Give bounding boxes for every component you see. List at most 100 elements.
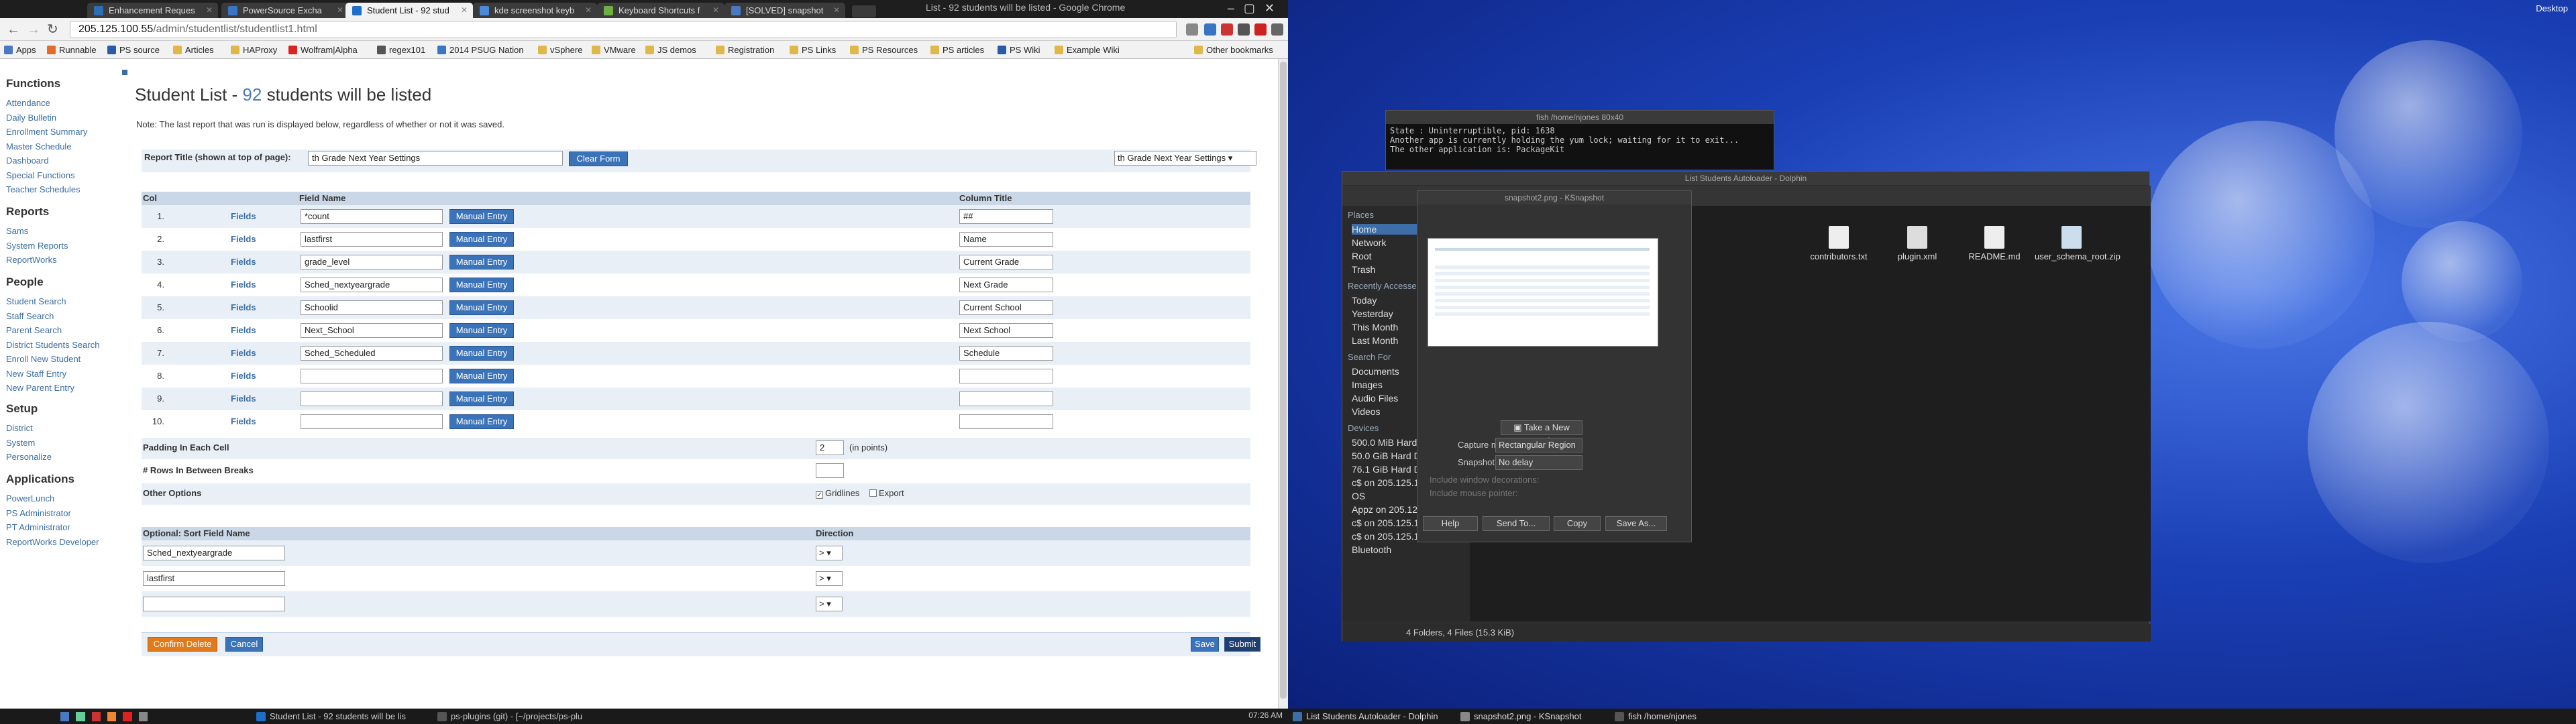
close-icon[interactable]: ✕ [461, 3, 468, 18]
manual-entry-button[interactable]: Manual Entry [449, 255, 514, 269]
taskbar-task[interactable]: snapshot2.png - KSnapshot [1459, 711, 1600, 723]
nav-link[interactable]: Staff Search [6, 311, 54, 321]
column-title-input[interactable]: Next Grade [959, 278, 1053, 292]
search-item[interactable]: Videos [1352, 406, 1381, 417]
export-option[interactable]: Export [869, 488, 904, 498]
bookmark-item[interactable]: Apps [3, 41, 36, 59]
delay-spinbox[interactable]: No delay [1495, 455, 1582, 470]
sort-field-input[interactable]: lastfirst [143, 571, 285, 586]
field-name-input[interactable] [301, 391, 443, 406]
menu-icon[interactable] [1271, 23, 1283, 36]
bookmark-item[interactable]: Wolfram|Alpha [287, 41, 358, 59]
manual-entry-button[interactable]: Manual Entry [449, 323, 514, 338]
nav-link[interactable]: Teacher Schedules [6, 184, 80, 194]
rows-between-input[interactable] [816, 463, 844, 478]
bookmark-item[interactable]: HAProxy [229, 41, 277, 59]
bookmark-item[interactable]: PS Links [788, 41, 836, 59]
bookmark-item[interactable]: PS Resources [849, 41, 918, 59]
device-item[interactable]: OS [1352, 491, 1365, 501]
padding-input[interactable]: 2 [816, 440, 844, 455]
field-name-input[interactable]: Sched_Scheduled [301, 346, 443, 361]
fields-link[interactable]: Fields [231, 211, 256, 221]
nav-link[interactable]: PowerLunch [6, 493, 54, 503]
bookmark-item[interactable]: VMware [590, 41, 636, 59]
saved-settings-select[interactable]: th Grade Next Year Settings ▾ [1114, 151, 1256, 166]
column-title-input[interactable] [959, 369, 1053, 383]
tab-student-list[interactable]: Student List - 92 stud ✕ [345, 3, 473, 18]
direction-select[interactable]: > ▾ [816, 546, 843, 560]
bookmark-item[interactable]: PS Wiki [996, 41, 1040, 59]
taskbar-task[interactable]: ps-plugins (git) - [~/projects/ps-plu [436, 711, 610, 723]
nav-link[interactable]: Enrollment Summary [6, 127, 87, 137]
manual-entry-button[interactable]: Manual Entry [449, 209, 514, 224]
extension-icon[interactable] [1204, 23, 1216, 36]
manual-entry-button[interactable]: Manual Entry [449, 414, 514, 429]
nav-link[interactable]: ReportWorks [6, 255, 57, 265]
field-name-input[interactable] [301, 414, 443, 429]
nav-link[interactable]: Attendance [6, 98, 50, 108]
field-name-input[interactable]: *count [301, 209, 443, 224]
send-to-button[interactable]: Send To... [1483, 516, 1550, 531]
other-bookmarks[interactable]: Other bookmarks [1193, 41, 1273, 59]
manual-entry-button[interactable]: Manual Entry [449, 232, 514, 247]
column-title-input[interactable]: Current School [959, 300, 1053, 315]
fields-link[interactable]: Fields [231, 302, 256, 312]
collapse-icon[interactable] [122, 70, 127, 75]
close-icon[interactable]: ✕ [585, 3, 592, 18]
search-item[interactable]: Documents [1352, 366, 1399, 377]
taskbar-task[interactable]: fish /home/njones [1613, 711, 1734, 723]
page-scrollbar[interactable] [1278, 59, 1288, 709]
export-checkbox[interactable] [869, 489, 877, 497]
nav-link[interactable]: Parent Search [6, 325, 62, 335]
nav-link[interactable]: System [6, 438, 35, 448]
fields-link[interactable]: Fields [231, 416, 256, 426]
save-button[interactable]: Save [1191, 637, 1219, 652]
clear-form-button[interactable]: Clear Form [569, 152, 628, 166]
field-name-input[interactable]: Next_School [301, 323, 443, 338]
extension-icon[interactable] [1254, 23, 1267, 36]
nav-link[interactable]: Personalize [6, 452, 52, 462]
nav-link[interactable]: Master Schedule [6, 141, 72, 152]
nav-link[interactable]: District [6, 423, 33, 433]
field-name-input[interactable]: Sched_nextyeargrade [301, 278, 443, 292]
bookmark-item[interactable]: Articles [172, 41, 214, 59]
bookmark-item[interactable]: PS source [106, 41, 160, 59]
column-title-input[interactable]: Schedule [959, 346, 1053, 361]
device-item[interactable]: Bluetooth [1352, 544, 1391, 555]
app-icon[interactable] [107, 712, 117, 721]
capture-mode-select[interactable]: Rectangular Region [1495, 438, 1582, 452]
tab-solved-snapshot[interactable]: [SOLVED] snapshot ✕ [724, 3, 845, 18]
bookmark-item[interactable]: regex101 [376, 41, 425, 59]
field-name-input[interactable] [301, 369, 443, 383]
bookmark-item[interactable]: Registration [714, 41, 774, 59]
scrollbar-thumb[interactable] [1280, 62, 1287, 699]
fields-link[interactable]: Fields [231, 394, 256, 404]
app-icon[interactable] [91, 712, 101, 721]
address-bar[interactable]: 205.125.100.55/admin/studentlist/student… [70, 21, 1177, 38]
sort-field-input[interactable]: Sched_nextyeargrade [143, 546, 285, 560]
nav-link[interactable]: System Reports [6, 241, 68, 251]
nav-link[interactable]: PS Administrator [6, 508, 71, 518]
close-icon[interactable]: ✕ [206, 3, 213, 18]
save-as-button[interactable]: Save As... [1605, 516, 1667, 531]
tab-enhancement[interactable]: Enhancement Reques ✕ [87, 3, 218, 18]
bookmark-item[interactable]: 2014 PSUG Nation [436, 41, 524, 59]
tab-kde-screenshot[interactable]: kde screenshot keyb ✕ [473, 3, 597, 18]
snapshot-preview[interactable] [1428, 238, 1658, 347]
place-item[interactable]: Network [1352, 237, 1386, 248]
recent-item[interactable]: Yesterday [1352, 308, 1393, 319]
recent-item[interactable]: Today [1352, 295, 1377, 306]
column-title-input[interactable]: Next School [959, 323, 1053, 338]
app-icon[interactable] [123, 712, 132, 721]
app-icon[interactable] [60, 712, 70, 721]
star-icon[interactable] [1186, 23, 1198, 36]
sort-field-input[interactable] [143, 597, 285, 611]
tab-powersource[interactable]: PowerSource Excha ✕ [221, 3, 349, 18]
nav-link[interactable]: Daily Bulletin [6, 113, 56, 123]
manual-entry-button[interactable]: Manual Entry [449, 369, 514, 383]
taskbar-task[interactable]: Student List - 92 students will be lis [255, 711, 423, 723]
fields-link[interactable]: Fields [231, 371, 256, 381]
take-snapshot-button[interactable]: ▣ Take a New Snapshot [1501, 420, 1582, 446]
copy-button[interactable]: Copy [1554, 516, 1601, 531]
window-controls[interactable]: –▢✕ [1228, 1, 1284, 15]
